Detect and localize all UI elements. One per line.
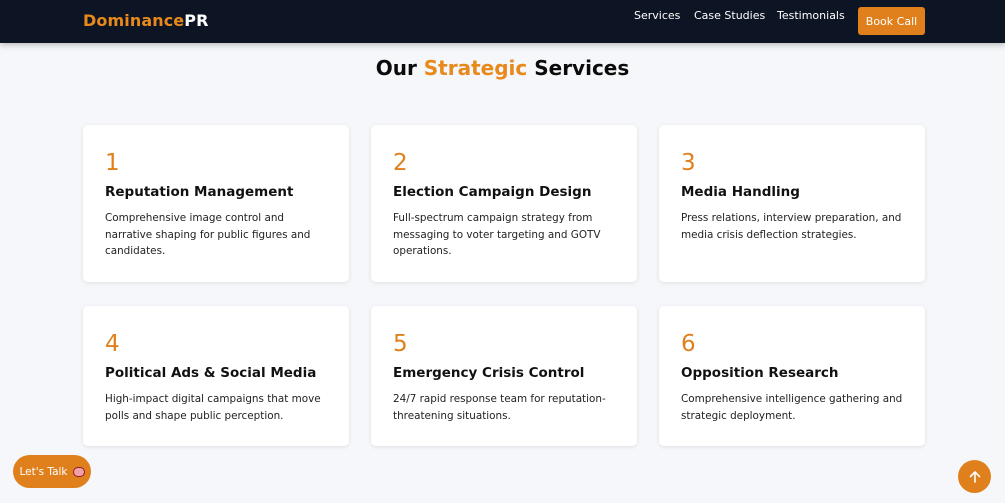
service-title: Emergency Crisis Control	[393, 365, 585, 381]
section-title-part1: Our	[375, 56, 424, 80]
service-card: 1 Reputation Management Comprehensive im…	[83, 125, 349, 282]
service-description: Comprehensive intelligence gathering and…	[681, 393, 903, 422]
logo-text-secondary: PR	[184, 11, 209, 30]
service-description: Press relations, interview preparation, …	[681, 212, 902, 241]
lets-talk-label: Let's Talk	[19, 465, 68, 478]
service-number: 3	[681, 150, 696, 176]
service-number: 5	[393, 331, 408, 357]
service-number: 4	[105, 331, 120, 357]
service-card: 4 Political Ads & Social Media High-impa…	[83, 306, 349, 446]
service-title: Reputation Management	[105, 184, 294, 200]
site-header: DominancePR Services Case Studies Testim…	[0, 0, 1005, 43]
service-title: Opposition Research	[681, 365, 839, 381]
service-description: 24/7 rapid response team for reputation-…	[393, 393, 606, 422]
section-title: Our Strategic Services	[0, 56, 1005, 80]
book-call-button[interactable]: Book Call	[858, 7, 925, 35]
logo-text-primary: Dominance	[83, 11, 185, 30]
scroll-to-top-button[interactable]	[958, 460, 991, 493]
nav-link-services[interactable]: Services	[634, 9, 680, 22]
service-description: Comprehensive image control and narrativ…	[105, 212, 311, 257]
lets-talk-button[interactable]: Let's Talk	[13, 455, 91, 488]
service-card: 6 Opposition Research Comprehensive inte…	[659, 306, 925, 446]
nav-link-testimonials[interactable]: Testimonials	[777, 9, 845, 22]
section-title-part2: Services	[527, 56, 630, 80]
service-description: Full-spectrum campaign strategy from mes…	[393, 212, 601, 257]
service-title: Political Ads & Social Media	[105, 365, 317, 381]
logo[interactable]: DominancePR	[83, 11, 209, 30]
service-description: High-impact digital campaigns that move …	[105, 393, 321, 422]
service-title: Media Handling	[681, 184, 800, 200]
speech-bubble-icon	[72, 466, 85, 477]
service-number: 2	[393, 150, 408, 176]
service-number: 6	[681, 331, 696, 357]
service-title: Election Campaign Design	[393, 184, 592, 200]
nav-link-case-studies[interactable]: Case Studies	[694, 9, 765, 22]
service-card: 3 Media Handling Press relations, interv…	[659, 125, 925, 282]
service-number: 1	[105, 150, 120, 176]
section-title-accent: Strategic	[423, 56, 528, 80]
service-card: 5 Emergency Crisis Control 24/7 rapid re…	[371, 306, 637, 446]
arrow-up-icon	[969, 470, 980, 483]
service-card: 2 Election Campaign Design Full-spectrum…	[371, 125, 637, 282]
